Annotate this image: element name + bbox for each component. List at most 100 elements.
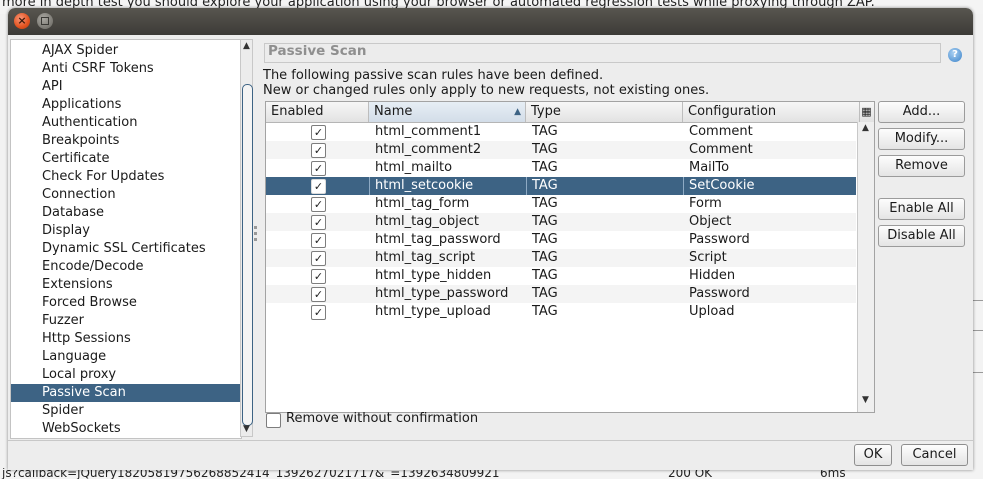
sort-ascending-icon: ▲ — [514, 107, 521, 117]
column-header-configuration[interactable]: Configuration — [683, 102, 860, 122]
modify-rule-button[interactable]: Modify... — [878, 128, 965, 150]
cell-type: TAG — [532, 232, 558, 247]
options-tree-scrollbar[interactable]: ▲ ▼ — [240, 39, 253, 437]
help-icon[interactable]: ? — [948, 48, 962, 62]
passive-scan-rules-table: Enabled Name ▲ Type Configuration ▦ ✓ htm… — [265, 101, 875, 413]
cell-name: html_tag_form — [375, 196, 470, 211]
enabled-checkbox[interactable]: ✓ — [311, 251, 326, 266]
tree-item[interactable]: Encode/Decode — [42, 258, 144, 276]
enabled-checkbox[interactable]: ✓ — [311, 143, 326, 158]
tree-item[interactable]: API — [42, 78, 63, 96]
table-row[interactable]: ✓ html_type_upload TAG Upload — [266, 303, 856, 321]
tree-item[interactable]: Applications — [42, 96, 121, 114]
enabled-checkbox[interactable]: ✓ — [311, 161, 326, 176]
cell-configuration: Comment — [689, 124, 753, 139]
close-icon: × — [17, 14, 27, 27]
cell-name: html_comment2 — [375, 142, 482, 157]
scroll-down-arrow-icon[interactable]: ▼ — [240, 423, 253, 436]
remove-without-confirmation-label: Remove without confirmation — [286, 411, 479, 426]
maximize-window-button[interactable] — [37, 13, 53, 29]
scroll-down-arrow-icon[interactable]: ▼ — [859, 394, 872, 407]
enabled-checkbox[interactable]: ✓ — [311, 269, 326, 284]
table-row[interactable]: ✓ html_tag_password TAG Password — [266, 231, 856, 249]
panel-title-bar: Passive Scan — [264, 43, 941, 63]
remove-rule-button[interactable]: Remove — [878, 155, 965, 177]
background-right-strip — [973, 14, 983, 479]
cell-name: html_type_password — [375, 286, 509, 301]
column-header-name-label: Name — [374, 104, 413, 119]
cell-configuration: Upload — [689, 304, 735, 319]
options-tree-scroll-thumb[interactable] — [242, 84, 253, 426]
cell-configuration: Object — [689, 214, 732, 229]
scroll-up-arrow-icon[interactable]: ▲ — [240, 40, 253, 53]
enabled-checkbox[interactable]: ✓ — [311, 197, 326, 212]
column-header-type[interactable]: Type — [526, 102, 683, 122]
table-row[interactable]: ✓ html_mailto TAG MailTo — [266, 159, 856, 177]
background-left-strip — [0, 14, 8, 479]
table-row[interactable]: ✓ html_tag_form TAG Form — [266, 195, 856, 213]
scroll-up-arrow-icon[interactable]: ▲ — [859, 122, 872, 135]
remove-without-confirmation-checkbox[interactable] — [266, 413, 281, 428]
cell-type: TAG — [532, 286, 558, 301]
column-picker-icon[interactable]: ▦ — [860, 103, 873, 121]
enabled-checkbox[interactable]: ✓ — [311, 287, 326, 302]
cell-configuration: Hidden — [689, 268, 736, 283]
close-window-button[interactable]: × — [14, 13, 30, 29]
splitter-grip[interactable] — [254, 226, 257, 229]
panel-description-line2: New or changed rules only apply to new r… — [263, 83, 710, 98]
table-row[interactable]: ✓ html_tag_object TAG Object — [266, 213, 856, 231]
enabled-checkbox[interactable]: ✓ — [311, 179, 326, 194]
options-dialog: × AJAX Spider Anti CSRF Tokens API Applicat… — [8, 8, 973, 470]
dialog-footer-divider — [8, 440, 973, 441]
tree-item[interactable]: Local proxy — [42, 366, 116, 384]
tree-item[interactable]: Passive Scan — [42, 384, 126, 402]
cell-configuration: MailTo — [689, 160, 730, 175]
tree-item[interactable]: Anti CSRF Tokens — [42, 60, 154, 78]
tree-item[interactable]: WebSockets — [42, 420, 121, 438]
cell-configuration: SetCookie — [689, 178, 755, 193]
splitter-grip[interactable] — [254, 232, 257, 235]
tree-item[interactable]: Http Sessions — [42, 330, 131, 348]
disable-all-button[interactable]: Disable All — [878, 225, 965, 247]
tree-item[interactable]: Fuzzer — [42, 312, 84, 330]
panel-title: Passive Scan — [268, 43, 367, 59]
column-header-name[interactable]: Name ▲ — [369, 102, 526, 122]
column-header-enabled[interactable]: Enabled — [266, 102, 369, 122]
background-divider — [973, 372, 983, 373]
splitter-grip[interactable] — [254, 238, 257, 241]
cell-divider — [369, 177, 370, 195]
table-scrollbar[interactable]: ▲ ▼ — [857, 122, 874, 412]
table-row[interactable]: ✓ html_type_hidden TAG Hidden — [266, 267, 856, 285]
tree-item[interactable]: Dynamic SSL Certificates — [42, 240, 206, 258]
enable-all-button[interactable]: Enable All — [878, 198, 965, 220]
enabled-checkbox[interactable]: ✓ — [311, 125, 326, 140]
ok-button[interactable]: OK — [854, 444, 892, 466]
table-row[interactable]: ✓ html_comment1 TAG Comment — [266, 123, 856, 141]
tree-item[interactable]: Language — [42, 348, 106, 366]
add-rule-button[interactable]: Add... — [878, 101, 965, 123]
tree-item[interactable]: Forced Browse — [42, 294, 137, 312]
enabled-checkbox[interactable]: ✓ — [311, 233, 326, 248]
enabled-checkbox[interactable]: ✓ — [311, 215, 326, 230]
tree-item[interactable]: Breakpoints — [42, 132, 119, 150]
tree-item[interactable]: Check For Updates — [42, 168, 164, 186]
cell-type: TAG — [532, 142, 558, 157]
tree-item[interactable]: AJAX Spider — [42, 42, 118, 60]
tree-item[interactable]: Database — [42, 204, 104, 222]
tree-item[interactable]: Certificate — [42, 150, 110, 168]
tree-item[interactable]: Spider — [42, 402, 84, 420]
cell-type: TAG — [532, 124, 558, 139]
tree-item[interactable]: Connection — [42, 186, 116, 204]
cell-configuration: Comment — [689, 142, 753, 157]
table-row[interactable]: ✓ html_tag_script TAG Script — [266, 249, 856, 267]
tree-item[interactable]: Display — [42, 222, 90, 240]
enabled-checkbox[interactable]: ✓ — [311, 305, 326, 320]
table-row[interactable]: ✓ html_type_password TAG Password — [266, 285, 856, 303]
cancel-button[interactable]: Cancel — [901, 444, 968, 466]
cell-name: html_mailto — [375, 160, 453, 175]
table-row[interactable]: ✓ html_setcookie TAG SetCookie — [266, 177, 856, 195]
tree-item[interactable]: Extensions — [42, 276, 113, 294]
table-row[interactable]: ✓ html_comment2 TAG Comment — [266, 141, 856, 159]
tree-item[interactable]: Authentication — [42, 114, 137, 132]
cell-configuration: Password — [689, 232, 750, 247]
